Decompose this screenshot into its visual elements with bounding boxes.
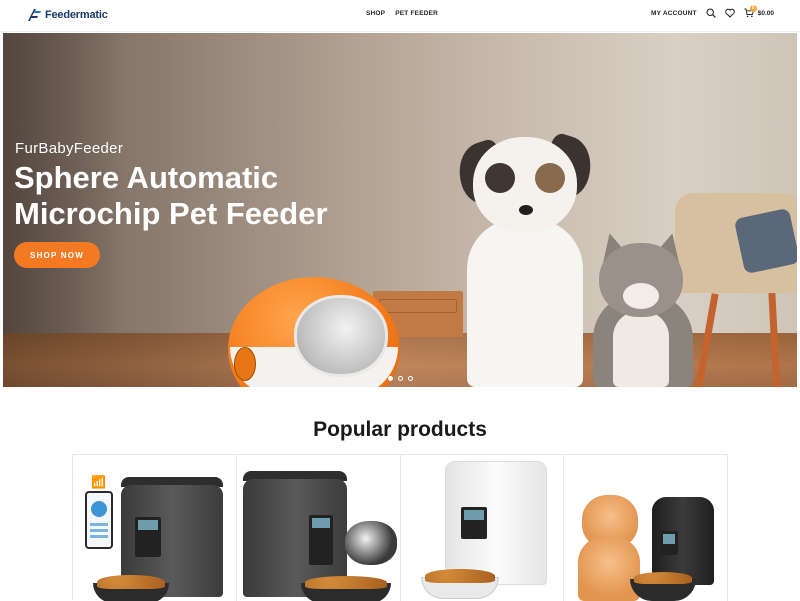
header-actions: MY ACCOUNT 0 $0.00 bbox=[651, 5, 774, 18]
dog-patch bbox=[535, 163, 565, 193]
hero-cat-image bbox=[585, 230, 705, 387]
dog-body bbox=[467, 219, 583, 387]
logo-icon bbox=[28, 9, 41, 21]
product-cat-image bbox=[344, 521, 397, 565]
hero-title: Sphere Automatic Microchip Pet Feeder bbox=[14, 160, 328, 231]
feeder-panel-screen bbox=[311, 518, 330, 528]
shop-now-button[interactable]: SHOP NOW bbox=[14, 242, 100, 268]
product-card-4[interactable] bbox=[564, 455, 728, 601]
product-card-3[interactable] bbox=[400, 455, 565, 601]
product-card-1[interactable]: 📶 bbox=[73, 455, 237, 601]
phone-app-image bbox=[85, 491, 113, 549]
site-logo[interactable]: Feedermatic bbox=[26, 7, 108, 23]
product-card-2[interactable] bbox=[236, 455, 401, 601]
wifi-icon: 📶 bbox=[91, 475, 106, 489]
main-nav: SHOP PET FEEDER bbox=[366, 10, 438, 17]
feeder-panel-screen bbox=[138, 520, 158, 530]
feeder-panel bbox=[135, 517, 161, 557]
cat-chest bbox=[613, 311, 669, 387]
nav-shop[interactable]: SHOP bbox=[366, 10, 385, 17]
hero-slider[interactable]: FurBabyFeeder Sphere Automatic Microchip… bbox=[3, 33, 797, 387]
product-kibble bbox=[97, 575, 165, 589]
feeder-badge bbox=[234, 347, 256, 381]
phone-app-circle bbox=[91, 501, 107, 517]
feeder-window bbox=[294, 295, 388, 377]
dog-patch bbox=[485, 163, 515, 193]
feeder-panel-screen bbox=[663, 534, 676, 544]
heart-icon[interactable] bbox=[724, 8, 735, 18]
hero-chair-cushion bbox=[733, 207, 797, 275]
my-account-link[interactable]: MY ACCOUNT bbox=[651, 10, 697, 17]
hero-dog-image bbox=[449, 131, 600, 387]
phone-app-bar bbox=[90, 523, 108, 526]
product-kibble bbox=[304, 576, 387, 589]
cart-count-badge: 0 bbox=[749, 5, 757, 12]
phone-app-bar bbox=[90, 529, 108, 532]
slider-dot-1[interactable] bbox=[388, 376, 393, 381]
feeder-panel-screen bbox=[463, 510, 484, 520]
feeder-panel bbox=[660, 531, 679, 555]
cat-muzzle bbox=[623, 283, 659, 309]
dog-nose bbox=[519, 205, 533, 215]
product-kibble bbox=[424, 569, 495, 583]
product-feeder-image bbox=[444, 461, 547, 585]
cart-total: $0.00 bbox=[757, 9, 774, 17]
product-cat-body bbox=[578, 537, 641, 601]
slider-dot-3[interactable] bbox=[408, 376, 413, 381]
phone-app-bar bbox=[90, 535, 108, 538]
slider-dot-2[interactable] bbox=[398, 376, 403, 381]
slider-dots bbox=[388, 376, 413, 381]
feeder-panel bbox=[460, 507, 487, 539]
hero-brand: FurBabyFeeder bbox=[15, 140, 124, 157]
popular-products-title: Popular products bbox=[313, 418, 487, 441]
logo-text: Feedermatic bbox=[45, 9, 108, 21]
hero-feeder-image bbox=[228, 277, 400, 387]
search-icon[interactable] bbox=[706, 8, 716, 18]
product-kibble bbox=[634, 572, 693, 584]
product-grid: 📶 bbox=[72, 454, 728, 601]
nav-pet-feeder[interactable]: PET FEEDER bbox=[395, 10, 438, 17]
cart-button[interactable]: 0 $0.00 bbox=[744, 5, 774, 18]
site-header: Feedermatic SHOP PET FEEDER MY ACCOUNT 0… bbox=[0, 0, 800, 32]
feeder-panel bbox=[308, 515, 333, 565]
